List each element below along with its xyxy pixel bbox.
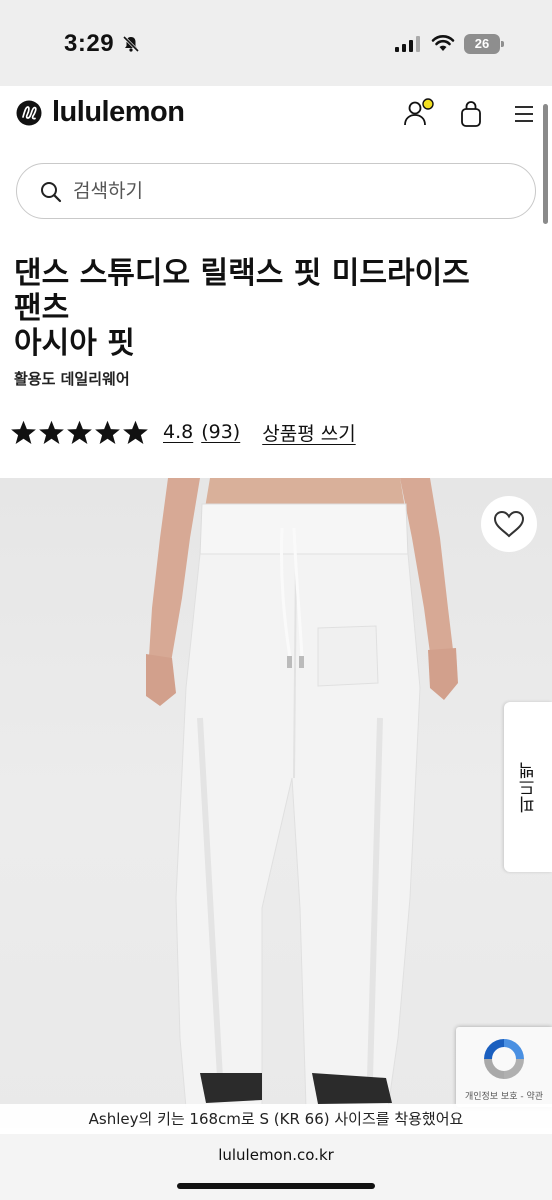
battery-level: 26 xyxy=(464,34,500,54)
star-icon xyxy=(95,420,120,444)
product-title: 댄스 스튜디오 릴랙스 핏 미드라이즈 팬츠 아시아 핏 xyxy=(14,256,534,361)
cellular-signal-icon xyxy=(395,36,420,52)
recaptcha-logo-icon xyxy=(484,1039,524,1079)
shopping-bag-icon[interactable] xyxy=(458,100,484,128)
heart-icon xyxy=(493,510,525,538)
browser-url-bar[interactable]: lululemon.co.kr xyxy=(0,1134,552,1200)
feedback-tab[interactable]: 피드백 xyxy=(504,702,552,872)
feedback-label: 피드백 xyxy=(519,762,539,813)
home-indicator[interactable] xyxy=(177,1183,375,1189)
write-review-link[interactable]: 상품평 쓰기 xyxy=(262,419,355,446)
product-title-line-2: 팬츠 xyxy=(14,291,70,326)
battery-cap xyxy=(501,41,504,47)
model-size-caption: Ashley의 키는 168cm로 S (KR 66) 사이즈를 착용했어요 xyxy=(0,1104,552,1134)
account-icon[interactable] xyxy=(402,98,436,128)
rating-row: 4.8 (93) 상품평 쓰기 xyxy=(10,416,356,448)
search-input[interactable] xyxy=(73,172,513,210)
search-bar[interactable] xyxy=(16,163,536,219)
product-title-line-3: 아시아 핏 xyxy=(14,326,135,361)
status-time: 3:29 xyxy=(64,30,115,57)
battery-indicator: 26 xyxy=(464,34,504,54)
product-activity: 활용도 데일리웨어 xyxy=(14,370,130,388)
rating-score[interactable]: 4.8 xyxy=(163,421,193,443)
star-icon xyxy=(11,420,36,444)
wifi-icon xyxy=(431,35,455,51)
hamburger-menu-icon[interactable] xyxy=(512,104,536,124)
product-title-line-1: 댄스 스튜디오 릴랙스 핏 미드라이즈 xyxy=(14,256,470,291)
bell-muted-icon xyxy=(122,35,140,53)
url-text[interactable]: lululemon.co.kr xyxy=(0,1146,552,1164)
scrollbar[interactable] xyxy=(543,104,548,224)
search-icon xyxy=(41,182,62,203)
brand-logo-text[interactable]: lululemon xyxy=(52,96,185,129)
star-icon xyxy=(39,420,64,444)
star-icon xyxy=(123,420,148,444)
review-count[interactable]: (93) xyxy=(201,421,240,443)
lululemon-logo-icon[interactable] xyxy=(16,100,42,126)
recaptcha-terms[interactable]: 개인정보 보호 - 약관 xyxy=(456,1089,552,1102)
status-bar: 3:29 26 xyxy=(0,0,552,86)
recaptcha-badge[interactable]: 개인정보 보호 - 약관 xyxy=(456,1027,552,1107)
star-icon xyxy=(67,420,92,444)
wishlist-button[interactable] xyxy=(481,496,537,552)
rating-stars[interactable] xyxy=(10,419,149,446)
